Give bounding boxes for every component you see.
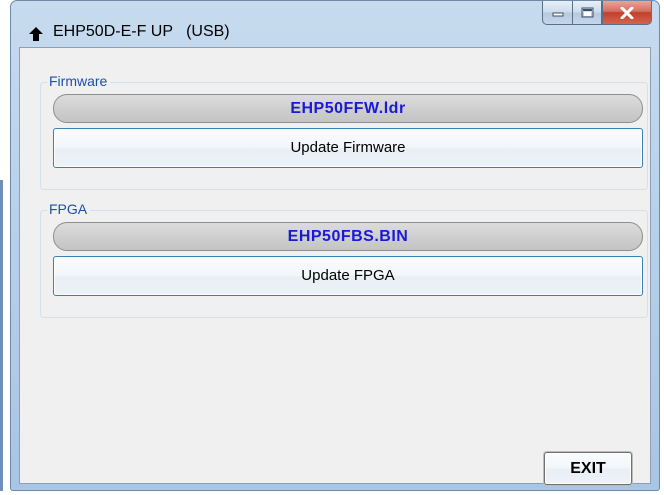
exit-button[interactable]: EXIT	[544, 452, 632, 485]
close-button[interactable]	[602, 1, 652, 25]
caption-buttons	[542, 1, 652, 25]
update-firmware-button[interactable]: Update Firmware	[53, 128, 643, 168]
firmware-filename-display: EHP50FFW.ldr	[53, 94, 643, 123]
minimize-button[interactable]	[542, 1, 572, 25]
up-arrow-icon	[29, 27, 43, 41]
close-icon	[620, 6, 634, 19]
firmware-group-label: Firmware	[47, 73, 111, 89]
fpga-filename-display: EHP50FBS.BIN	[53, 222, 643, 251]
minimize-icon	[552, 12, 563, 16]
window-title: EHP50D-E-F UP (USB)	[53, 23, 230, 40]
fpga-group-label: FPGA	[47, 201, 91, 217]
fpga-group: FPGA EHP50FBS.BIN Update FPGA	[40, 201, 648, 318]
maximize-button[interactable]	[572, 1, 602, 25]
firmware-group: Firmware EHP50FFW.ldr Update Firmware	[40, 73, 648, 190]
background-window-edge	[0, 180, 3, 491]
client-area: Firmware EHP50FFW.ldr Update Firmware FP…	[19, 47, 651, 485]
title-bar[interactable]: EHP50D-E-F UP (USB)	[11, 1, 659, 45]
maximize-icon	[581, 7, 593, 18]
update-fpga-button[interactable]: Update FPGA	[53, 256, 643, 296]
app-window: EHP50D-E-F UP (USB) Firmware EHP50FFW.ld…	[10, 0, 660, 491]
